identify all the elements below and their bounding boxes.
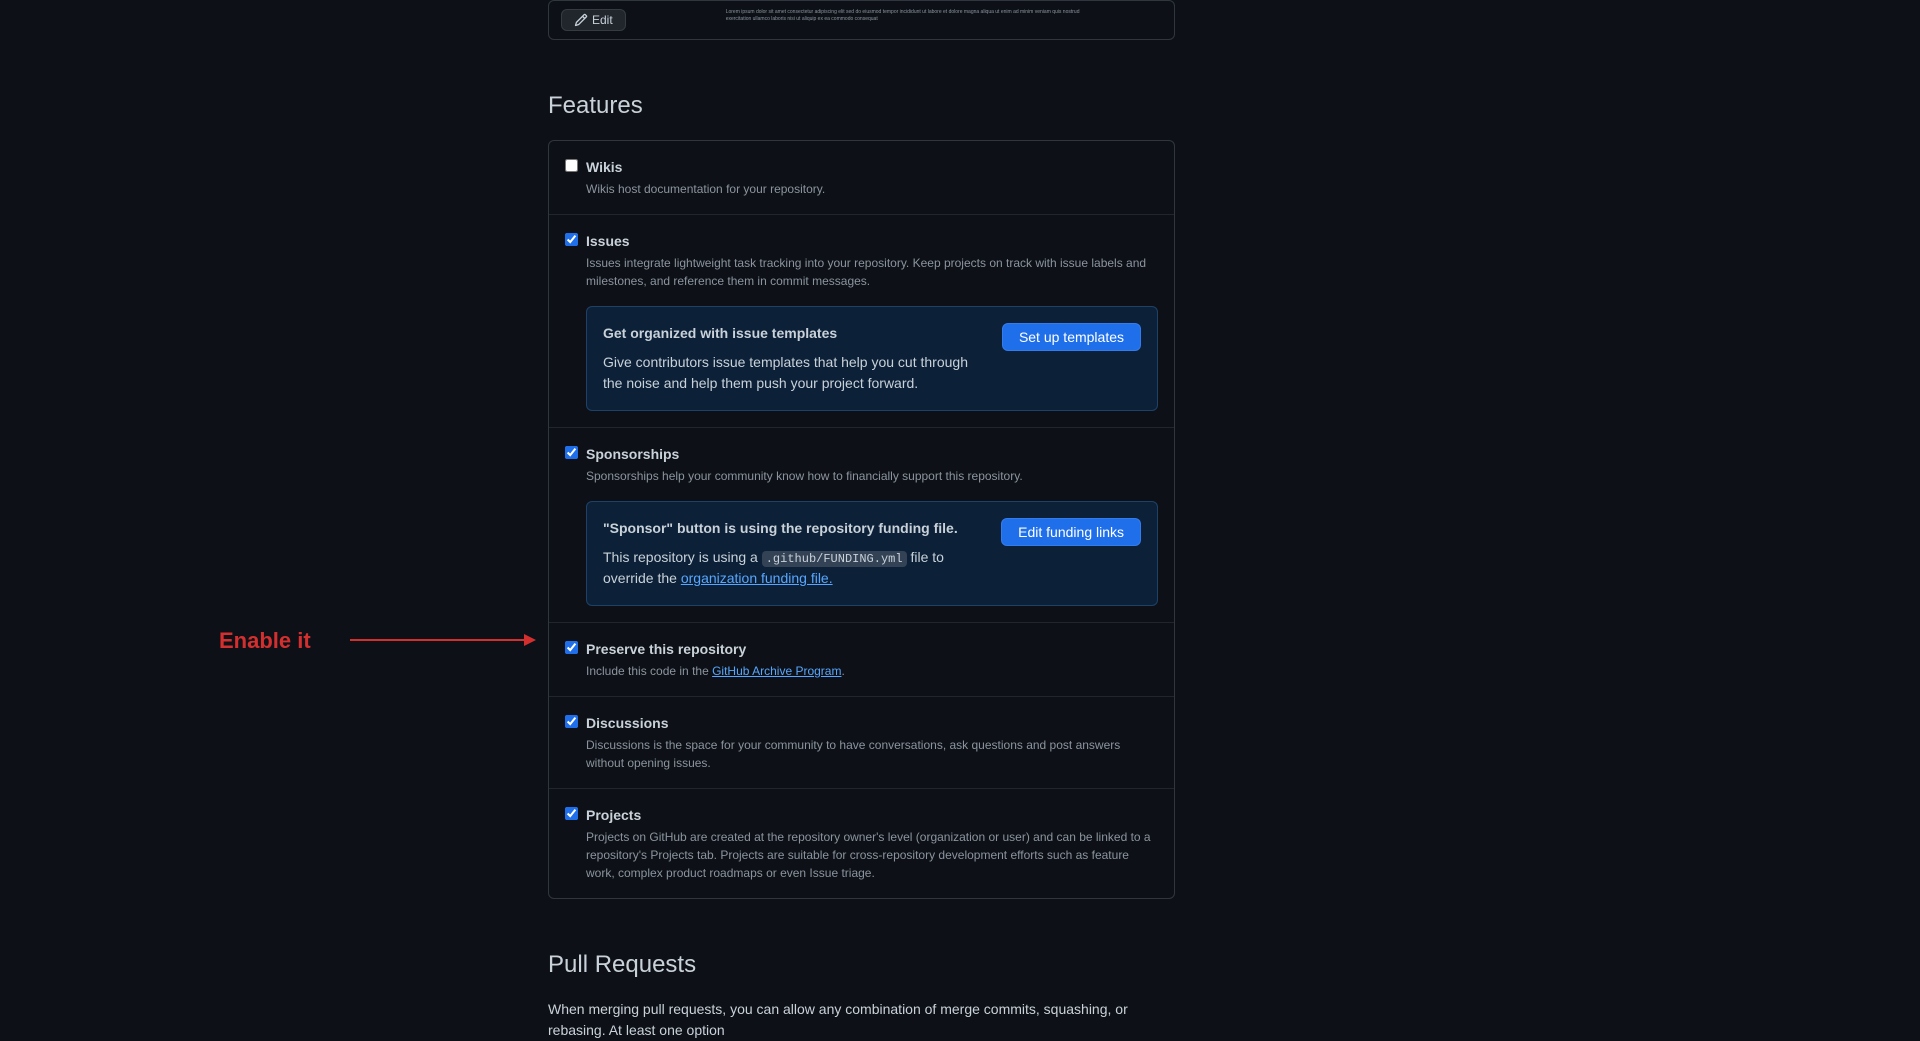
issues-panel-desc: Give contributors issue templates that h… <box>603 352 986 394</box>
issues-checkbox[interactable] <box>565 233 578 246</box>
wikis-title: Wikis <box>586 157 1158 178</box>
sponsorships-desc: Sponsorships help your community know ho… <box>586 467 1158 485</box>
projects-checkbox[interactable] <box>565 807 578 820</box>
annotation-enable-it: Enable it <box>219 624 311 657</box>
projects-title: Projects <box>586 805 1158 826</box>
preserve-checkbox[interactable] <box>565 641 578 654</box>
preserve-title: Preserve this repository <box>586 639 1158 660</box>
setup-templates-button[interactable]: Set up templates <box>1002 323 1141 351</box>
issues-desc: Issues integrate lightweight task tracki… <box>586 254 1158 290</box>
edit-button-label: Edit <box>592 13 613 27</box>
projects-desc: Projects on GitHub are created at the re… <box>586 828 1158 882</box>
org-funding-link[interactable]: organization funding file. <box>681 570 833 586</box>
wikis-checkbox[interactable] <box>565 159 578 172</box>
feature-wikis: Wikis Wikis host documentation for your … <box>549 141 1174 215</box>
edit-funding-links-button[interactable]: Edit funding links <box>1001 518 1141 546</box>
feature-discussions: Discussions Discussions is the space for… <box>549 697 1174 789</box>
sponsorships-panel: "Sponsor" button is using the repository… <box>586 501 1158 606</box>
annotation-arrow <box>350 634 536 646</box>
issues-templates-panel: Get organized with issue templates Give … <box>586 306 1158 411</box>
sponsorships-panel-title: "Sponsor" button is using the repository… <box>603 518 985 539</box>
features-box: Wikis Wikis host documentation for your … <box>548 140 1175 899</box>
feature-projects: Projects Projects on GitHub are created … <box>549 789 1174 898</box>
edit-button[interactable]: Edit <box>561 9 626 31</box>
feature-preserve: Preserve this repository Include this co… <box>549 623 1174 697</box>
wikis-desc: Wikis host documentation for your reposi… <box>586 180 1158 198</box>
discussions-checkbox[interactable] <box>565 715 578 728</box>
discussions-desc: Discussions is the space for your commun… <box>586 736 1158 772</box>
sponsorships-checkbox[interactable] <box>565 446 578 459</box>
pencil-icon <box>574 13 588 27</box>
feature-issues: Issues Issues integrate lightweight task… <box>549 215 1174 428</box>
discussions-title: Discussions <box>586 713 1158 734</box>
sponsorships-title: Sponsorships <box>586 444 1158 465</box>
pull-requests-desc: When merging pull requests, you can allo… <box>548 999 1175 1041</box>
feature-sponsorships: Sponsorships Sponsorships help your comm… <box>549 428 1174 623</box>
pull-requests-section: Pull Requests When merging pull requests… <box>548 947 1175 1041</box>
preserve-desc: Include this code in the GitHub Archive … <box>586 662 1158 680</box>
issues-panel-title: Get organized with issue templates <box>603 323 986 344</box>
issues-title: Issues <box>586 231 1158 252</box>
sponsorships-panel-desc: This repository is using a .github/FUNDI… <box>603 547 985 589</box>
top-card-blur-text: Lorem ipsum dolor sit amet consectetur a… <box>726 9 1106 22</box>
funding-code: .github/FUNDING.yml <box>762 551 907 567</box>
features-heading: Features <box>548 88 1175 124</box>
pull-requests-heading: Pull Requests <box>548 947 1175 983</box>
edit-card: Edit Lorem ipsum dolor sit amet consecte… <box>548 0 1175 40</box>
archive-program-link[interactable]: GitHub Archive Program <box>712 664 841 678</box>
